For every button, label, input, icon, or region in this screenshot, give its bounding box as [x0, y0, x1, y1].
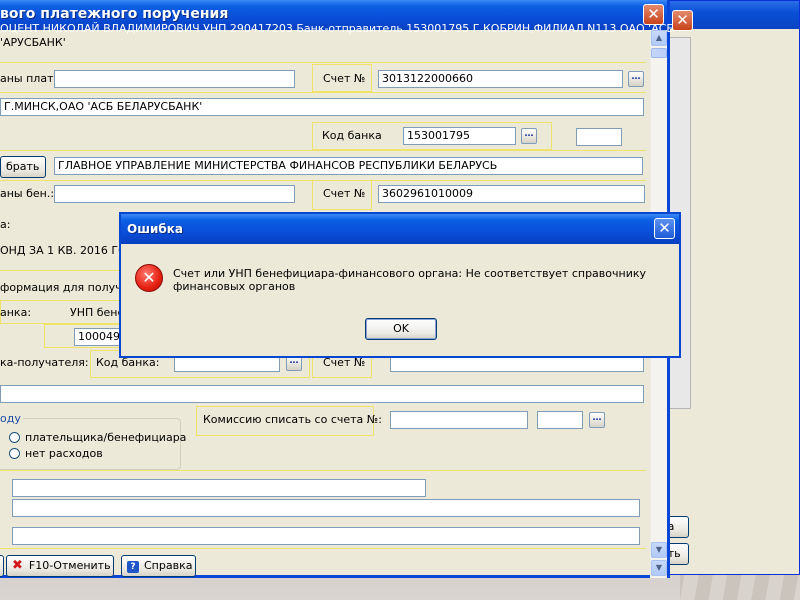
- cancel-button[interactable]: ✖ F10-Отменить: [6, 555, 114, 577]
- unp-ben-label: УНП бене: [70, 306, 125, 319]
- bank-label-short: анка:: [0, 306, 32, 319]
- section-divider: [0, 470, 646, 471]
- scroll-down-icon[interactable]: ▼: [651, 560, 667, 576]
- recipient-bank-label: ка-получателя:: [0, 356, 89, 369]
- error-icon: ✕: [135, 264, 163, 292]
- payer-country-field[interactable]: [54, 70, 295, 88]
- header-line-2: 'АРУСБАНК': [0, 36, 66, 49]
- background-window: ✕ ка ать: [655, 0, 800, 575]
- extra-field-2[interactable]: [12, 499, 640, 517]
- expenses-group-label: оду: [0, 412, 23, 425]
- question-icon: ?: [127, 561, 139, 573]
- beneficiary-country-field[interactable]: [54, 185, 295, 203]
- account-label-2: Счет №: [323, 187, 366, 200]
- commission-account-field[interactable]: [390, 411, 528, 429]
- recipient-bank-name-field[interactable]: [0, 385, 644, 403]
- commission-label: Комиссию списать со счета №:: [203, 413, 382, 426]
- error-dialog: Ошибка ✕ ✕ Счет или УНП бенефициара-фина…: [119, 212, 681, 358]
- scroll-up-icon[interactable]: ▲: [651, 30, 667, 46]
- window-title: вого платежного поручения: [0, 6, 229, 22]
- bank-code-field[interactable]: 153001795: [403, 127, 516, 145]
- background-window-close-icon[interactable]: ✕: [672, 10, 693, 31]
- dialog-titlebar: Ошибка ✕: [121, 214, 679, 244]
- section-divider: [0, 548, 646, 549]
- radio-no-expenses[interactable]: [9, 448, 20, 459]
- purpose-label: а:: [0, 218, 11, 231]
- beneficiary-account-field[interactable]: 3602961010009: [378, 185, 645, 203]
- dialog-close-icon[interactable]: ✕: [654, 218, 675, 239]
- radio-option-1-label: плательщика/бенефициара: [25, 431, 187, 444]
- left-edge-button[interactable]: [0, 555, 4, 577]
- scroll-down-small-icon[interactable]: ▼: [651, 542, 667, 558]
- dialog-title: Ошибка: [127, 222, 183, 236]
- radio-payer-beneficiary[interactable]: [9, 432, 20, 443]
- extra-field-3[interactable]: [12, 527, 640, 545]
- payer-account-field[interactable]: 3013122000660: [378, 70, 623, 88]
- beneficiary-name-field[interactable]: ГЛАВНОЕ УПРАВЛЕНИЕ МИНИСТЕРСТВА ФИНАНСОВ…: [54, 157, 643, 175]
- select-beneficiary-button[interactable]: брать: [0, 156, 46, 178]
- bank-code-extra-field[interactable]: [576, 128, 622, 146]
- payer-bank-field[interactable]: Г.МИНСК,ОАО 'АСБ БЕЛАРУСБАНК': [0, 98, 644, 116]
- purpose-text: ОНД ЗА 1 КВ. 2016 ГО: [0, 244, 127, 257]
- section-divider: [0, 150, 646, 151]
- dialog-message: Счет или УНП бенефициара-финансового орг…: [173, 267, 646, 293]
- help-button[interactable]: ? Справка: [121, 555, 196, 577]
- beneficiary-country-label: аны бен.:: [0, 187, 55, 200]
- payer-country-label: аны плат.:: [0, 72, 61, 85]
- red-x-icon: ✖: [12, 558, 23, 573]
- account-label-1: Счет №: [323, 72, 366, 85]
- header-line-1: ОЦЕНТ НИКОЛАЙ ВЛАДИМИРОВИЧ УНП 290417203…: [0, 22, 674, 35]
- extra-field-1[interactable]: [12, 479, 426, 497]
- expenses-groupbox: [0, 418, 181, 470]
- ok-button[interactable]: OK: [365, 318, 437, 340]
- payer-account-ellipsis-icon[interactable]: …: [628, 71, 644, 87]
- scroll-thumb[interactable]: [651, 48, 667, 58]
- section-divider: [0, 62, 646, 63]
- section-divider: [0, 92, 646, 93]
- bank-code-ellipsis-icon[interactable]: …: [521, 128, 537, 144]
- commission-ellipsis-icon[interactable]: …: [589, 412, 605, 428]
- bank-code-label: Код банка: [322, 129, 382, 142]
- radio-option-2-label: нет расходов: [25, 447, 103, 460]
- commission-extra-field[interactable]: [537, 411, 583, 429]
